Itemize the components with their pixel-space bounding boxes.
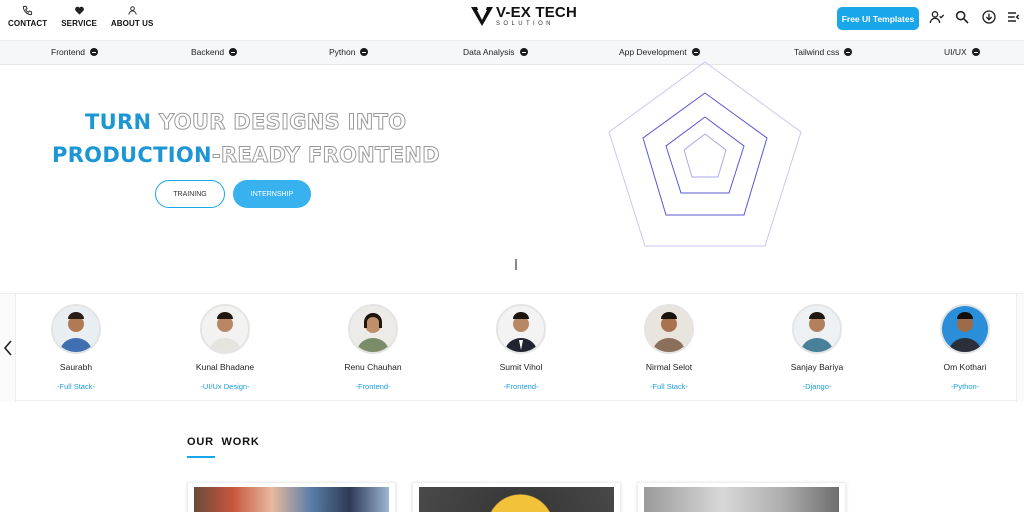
scroll-indicator xyxy=(515,259,517,270)
team-member[interactable]: Renu Chauhan -Frontend- xyxy=(318,304,428,391)
logo-sub-text: SOLUTION xyxy=(496,21,554,27)
category-app-development[interactable]: App Development xyxy=(619,47,700,57)
member-role: -Full Stack- xyxy=(57,382,95,391)
logo-mark-icon xyxy=(471,7,493,26)
team-member[interactable]: Sanjay Bariya -Django- xyxy=(762,304,872,391)
category-label: Data Analysis xyxy=(463,47,515,57)
member-role: -Python- xyxy=(950,382,980,391)
avatar xyxy=(496,304,546,354)
person-photo-icon xyxy=(53,306,99,352)
member-name: Kunal Bhadane xyxy=(195,362,255,372)
work-card[interactable] xyxy=(637,482,846,512)
category-label: Tailwind css xyxy=(794,47,840,57)
avatar xyxy=(792,304,842,354)
member-role: -UI/Ux Design- xyxy=(200,382,250,391)
member-name: Sumit Vihol xyxy=(499,362,543,372)
work-card[interactable] xyxy=(412,482,621,512)
member-role: -Frontend- xyxy=(355,382,391,391)
search-icon[interactable] xyxy=(954,9,970,25)
team-member[interactable]: Saurabh -Full Stack- xyxy=(21,304,131,391)
top-links: CONTACT SERVICE ABOUT US xyxy=(8,5,153,28)
user-check-icon[interactable] xyxy=(929,9,945,25)
avatar xyxy=(51,304,101,354)
internship-button[interactable]: INTERNSHIP xyxy=(233,180,311,208)
training-button[interactable]: TRAINING xyxy=(155,180,225,208)
category-nav: Frontend Backend Python Data Analysis Ap… xyxy=(0,40,1024,65)
team-member[interactable]: Nirmal Selot -Full Stack- xyxy=(614,304,724,391)
category-data-analysis[interactable]: Data Analysis xyxy=(463,47,528,57)
team-member[interactable]: Sumit Vihol -Frontend- xyxy=(466,304,576,391)
chevron-down-icon xyxy=(844,48,853,56)
member-role: -Django- xyxy=(802,382,832,391)
work-thumbnail xyxy=(419,487,614,512)
heart-handshake-icon xyxy=(74,6,84,15)
category-tailwind-css[interactable]: Tailwind css xyxy=(794,47,853,57)
heading-underline xyxy=(187,456,215,458)
chevron-down-icon xyxy=(519,48,528,56)
hero-heading-line-1: TURN YOUR DESIGNS INTO xyxy=(85,110,407,135)
category-backend[interactable]: Backend xyxy=(191,47,238,57)
chevron-down-icon xyxy=(229,48,238,56)
member-name: Nirmal Selot xyxy=(645,362,693,372)
download-icon[interactable] xyxy=(981,9,997,25)
category-python[interactable]: Python xyxy=(329,47,369,57)
hero-heading-line-2: PRODUCTION-READY FRONTEND xyxy=(52,143,440,168)
person-photo-icon xyxy=(646,306,692,352)
category-label: UI/UX xyxy=(944,47,967,57)
category-label: App Development xyxy=(619,47,687,57)
brand-logo[interactable]: V-EX TECH SOLUTION xyxy=(470,5,577,27)
avatar xyxy=(200,304,250,354)
avatar xyxy=(940,304,990,354)
free-ui-templates-button[interactable]: Free UI Templates xyxy=(837,7,919,30)
chevron-down-icon xyxy=(971,48,980,56)
work-thumbnail xyxy=(194,487,389,512)
work-thumbnail xyxy=(644,487,839,512)
hero-outline-text: -READY FRONTEND xyxy=(211,143,440,168)
category-ui-ux[interactable]: UI/UX xyxy=(944,47,980,57)
phone-icon xyxy=(23,5,33,16)
hero-highlight: PRODUCTION xyxy=(52,143,212,167)
pentagon-graphic xyxy=(608,61,802,247)
chevron-down-icon xyxy=(360,48,369,56)
member-name: Saurabh xyxy=(59,362,93,372)
user-icon xyxy=(128,6,137,15)
team-member[interactable]: Kunal Bhadane -UI/Ux Design- xyxy=(170,304,280,391)
about-label: ABOUT US xyxy=(110,19,154,28)
menu-icon[interactable] xyxy=(1006,9,1022,25)
person-photo-icon xyxy=(350,306,396,352)
member-name: Om Kothari xyxy=(943,362,987,372)
person-photo-icon xyxy=(942,306,988,352)
avatar xyxy=(348,304,398,354)
person-photo-icon xyxy=(498,306,544,352)
category-label: Backend xyxy=(191,47,225,57)
category-label: Python xyxy=(329,47,356,57)
person-photo-icon xyxy=(794,306,840,352)
top-header: CONTACT SERVICE ABOUT US V-EX TECH SOLUT… xyxy=(0,0,1024,40)
chevron-down-icon xyxy=(90,48,99,56)
category-label: Frontend xyxy=(51,47,86,57)
about-link[interactable]: ABOUT US xyxy=(111,5,154,28)
chevron-down-icon xyxy=(691,48,700,56)
hero-highlight: TURN xyxy=(85,110,152,134)
team-member[interactable]: Om Kothari -Python- xyxy=(910,304,1020,391)
chevron-left-icon[interactable] xyxy=(1,338,15,358)
category-frontend[interactable]: Frontend xyxy=(51,47,99,57)
member-role: -Full Stack- xyxy=(650,382,688,391)
person-photo-icon xyxy=(202,306,248,352)
service-label: SERVICE xyxy=(61,19,97,28)
team-carousel: Saurabh -Full Stack- Kunal Bhadane -UI/U… xyxy=(0,293,1024,402)
contact-label: CONTACT xyxy=(8,19,48,28)
work-card[interactable] xyxy=(187,482,396,512)
hero-outline-text: YOUR DESIGNS INTO xyxy=(151,110,407,135)
service-link[interactable]: SERVICE xyxy=(61,5,97,28)
member-name: Sanjay Bariya xyxy=(790,362,844,372)
our-work-heading: OUR WORK xyxy=(187,436,260,448)
contact-link[interactable]: CONTACT xyxy=(8,5,47,28)
logo-main-text: V-EX TECH xyxy=(496,4,577,21)
member-role: -Frontend- xyxy=(503,382,539,391)
member-name: Renu Chauhan xyxy=(344,362,402,372)
avatar xyxy=(644,304,694,354)
